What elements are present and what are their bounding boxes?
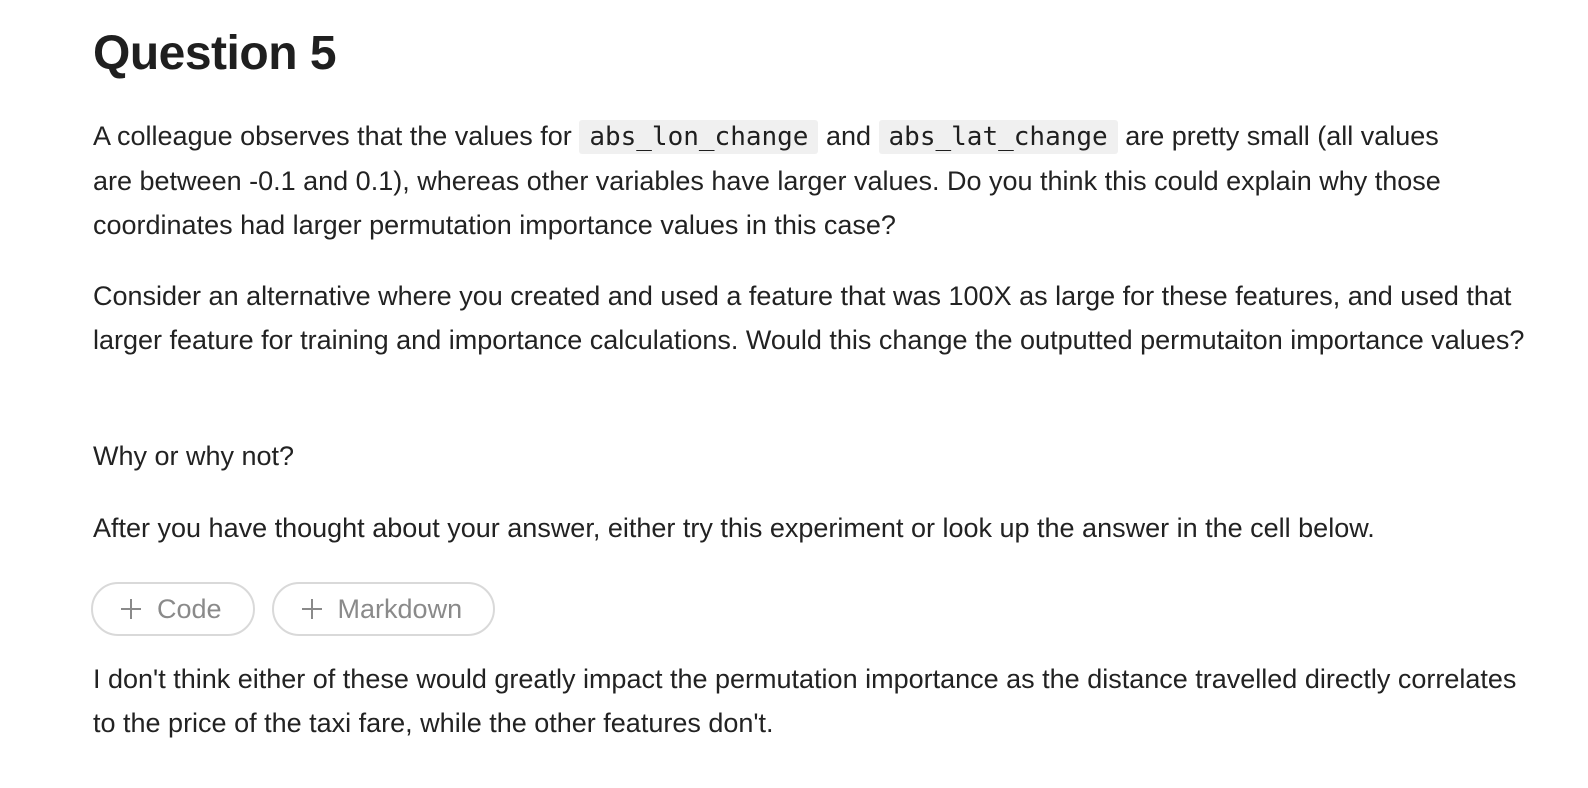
add-code-cell-button[interactable]: Code [91, 582, 255, 636]
plus-icon [121, 599, 141, 619]
why-paragraph: Why or why not? [93, 441, 295, 471]
add-cell-toolbar: Code Markdown [91, 582, 496, 636]
paragraph-text: and [818, 121, 879, 151]
alternative-paragraph: Consider an alternative where you create… [93, 281, 1525, 355]
question-paragraph: A colleague observes that the values for… [93, 114, 1483, 247]
plus-icon [301, 599, 322, 619]
inline-code-abs-lat-change: abs_lat_change [878, 120, 1118, 154]
add-markdown-cell-button[interactable]: Markdown [271, 582, 496, 636]
answer-paragraph: I don't think either of these would grea… [93, 664, 1517, 738]
instruction-paragraph: After you have thought about your answer… [93, 513, 1375, 543]
add-markdown-label: Markdown [337, 593, 463, 624]
paragraph-text: A colleague observes that the values for [93, 121, 580, 151]
inline-code-abs-lon-change: abs_lon_change [579, 120, 819, 154]
question-heading: Question 5 [93, 27, 337, 80]
add-code-label: Code [157, 593, 222, 624]
